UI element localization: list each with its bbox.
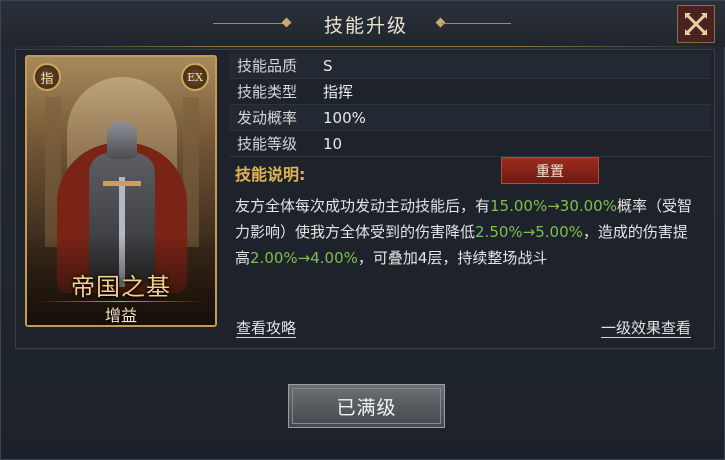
reset-button[interactable]: 重置 <box>501 157 599 184</box>
description-value-highlight: 2.50%→5.00% <box>475 223 583 241</box>
close-icon <box>685 13 707 35</box>
dialog-title: 技能升级 <box>323 15 408 37</box>
description-heading: 技能说明: <box>235 165 306 184</box>
description-text: 友方全体每次成功发动主动技能后，有 <box>235 197 491 215</box>
title-decoration-left <box>213 23 283 24</box>
info-label: 发动概率 <box>237 109 298 127</box>
info-value: 指挥 <box>323 83 354 101</box>
ex-badge: EX <box>181 63 209 91</box>
skill-card: 指 EX 帝国之基 增益 <box>25 55 217 327</box>
skill-tag: 增益 <box>104 306 137 325</box>
title-decoration-right <box>441 23 511 24</box>
title-diamond-left <box>281 17 292 28</box>
info-value: 10 <box>323 134 343 153</box>
info-label: 技能等级 <box>237 135 298 153</box>
skill-description: 友方全体每次成功发动主动技能后，有15.00%→30.00%概率（受智力影响）使… <box>235 193 693 271</box>
info-value: 100% <box>323 108 366 127</box>
max-level-label: 已满级 <box>336 396 397 419</box>
info-value: S <box>323 56 333 75</box>
sword-hilt <box>103 181 141 186</box>
info-label: 技能类型 <box>237 83 298 101</box>
skill-name: 帝国之基 <box>71 273 171 301</box>
view-guide-link[interactable]: 查看攻略 <box>236 319 297 338</box>
info-row-type: 技能类型 指挥 <box>229 79 711 105</box>
skill-upgrade-dialog: 技能升级 指 EX 帝国之基 增益 技能品质 S 技能类型 指挥 发动概率 10… <box>0 0 725 460</box>
description-text: ，可叠加4层，持续整场战斗 <box>357 249 548 267</box>
level-one-effect-link[interactable]: 一级效果查看 <box>601 319 692 338</box>
max-level-button[interactable]: 已满级 <box>288 384 445 428</box>
info-row-level: 技能等级 10 <box>229 131 711 157</box>
close-button[interactable] <box>677 5 715 43</box>
title-bar: 技能升级 <box>1 1 725 47</box>
skill-info-table: 技能品质 S 技能类型 指挥 发动概率 100% 技能等级 10 <box>229 53 711 157</box>
knight-helmet <box>107 121 137 159</box>
info-row-quality: 技能品质 S <box>229 53 711 79</box>
description-value-highlight: 2.00%→4.00% <box>250 249 358 267</box>
info-row-probability: 发动概率 100% <box>229 105 711 131</box>
command-badge: 指 <box>33 63 61 91</box>
info-label: 技能品质 <box>237 57 298 75</box>
description-value-highlight: 15.00%→30.00% <box>490 197 617 215</box>
